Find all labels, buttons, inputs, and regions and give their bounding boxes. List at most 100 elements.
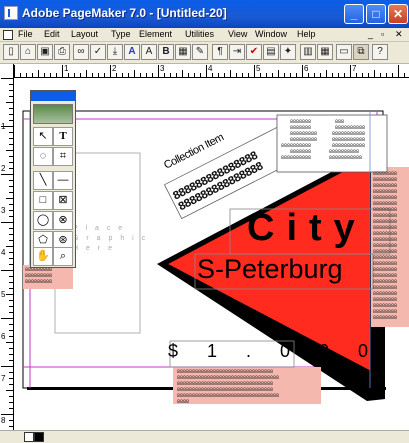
styles-icon[interactable]: ✎ bbox=[192, 44, 208, 60]
ruler-number: 4 bbox=[1, 248, 6, 257]
ruler-tick bbox=[404, 73, 405, 77]
ruler-tick bbox=[9, 120, 13, 121]
constrained-line-tool-icon[interactable]: — bbox=[53, 171, 73, 190]
menu-layout[interactable]: Layout bbox=[71, 29, 98, 39]
ruler-tick bbox=[9, 372, 13, 373]
align-icon[interactable]: ✔ bbox=[246, 44, 262, 60]
ruler-tick bbox=[134, 70, 135, 77]
ruler-tick bbox=[9, 234, 13, 235]
menu-edit[interactable]: Edit bbox=[44, 29, 60, 39]
master-page-icon[interactable]: ▭ bbox=[336, 44, 352, 60]
rectangle-tool-icon[interactable]: □ bbox=[33, 191, 53, 210]
doc-close-button[interactable]: ✕ bbox=[395, 29, 403, 40]
minimize-button[interactable]: _ bbox=[344, 4, 364, 24]
ruler-tick bbox=[314, 73, 315, 77]
character-icon[interactable]: A bbox=[124, 44, 140, 60]
zoom-tool-icon[interactable]: ⌕ bbox=[53, 247, 73, 266]
ruler-number: 7 bbox=[352, 64, 357, 73]
ruler-tick bbox=[92, 73, 93, 77]
ellipse-tool-icon[interactable]: ◯ bbox=[33, 211, 53, 230]
help-icon[interactable]: ? bbox=[372, 44, 388, 60]
spell-check-icon[interactable]: ✓ bbox=[90, 44, 106, 60]
text-size-icon[interactable]: A bbox=[141, 44, 157, 60]
pointer-tool-icon[interactable]: ↖ bbox=[33, 127, 53, 146]
colors-icon[interactable]: ▤ bbox=[263, 44, 279, 60]
menu-type[interactable]: Type bbox=[111, 29, 131, 39]
ruler-tick bbox=[50, 73, 51, 77]
rectangle-frame-tool-icon[interactable]: ⊠ bbox=[53, 191, 73, 210]
ruler-tick bbox=[176, 73, 177, 77]
maximize-button[interactable]: □ bbox=[366, 4, 386, 24]
vertical-ruler[interactable]: 1 2 3 4 5 6 7 8 bbox=[0, 64, 14, 430]
ellipse-frame-tool-icon[interactable]: ⊗ bbox=[53, 211, 73, 230]
text-tool-icon[interactable]: T bbox=[53, 127, 73, 146]
ruler-number: 2 bbox=[112, 64, 117, 73]
doc-restore-button[interactable]: ▫ bbox=[381, 29, 384, 39]
ruler-tick bbox=[9, 132, 13, 133]
ruler-tick bbox=[1, 78, 13, 79]
ruler-tick bbox=[9, 168, 13, 169]
page-1-icon[interactable] bbox=[34, 432, 44, 442]
save-icon[interactable]: ▣ bbox=[37, 44, 53, 60]
ruler-tick bbox=[86, 70, 87, 77]
ruler-tick bbox=[188, 73, 189, 77]
city-subheading: S-Peterburg bbox=[197, 254, 343, 284]
ruler-tick bbox=[1, 174, 13, 175]
ruler-tick bbox=[9, 336, 13, 337]
ruler-tick bbox=[200, 73, 201, 77]
ruler-tick bbox=[38, 70, 39, 77]
toolbox-palette[interactable]: ↖ T ◌ ⌗ ╲ — □ ⊠ ◯ ⊗ ⬠ ⊛ ✋ ⌕ bbox=[30, 90, 76, 268]
master-page-icon[interactable] bbox=[24, 432, 34, 442]
menu-file[interactable]: File bbox=[18, 29, 33, 39]
ruler-tick bbox=[386, 73, 387, 77]
crop-tool-icon[interactable]: ⌗ bbox=[53, 147, 73, 166]
ruler-tick bbox=[32, 73, 33, 77]
doc-minimize-button[interactable]: _ bbox=[368, 29, 373, 39]
open-folder-icon[interactable]: ⌂ bbox=[20, 44, 36, 60]
ruler-tick bbox=[158, 65, 159, 77]
paragraph-icon[interactable]: ¶ bbox=[212, 44, 228, 60]
layout-icon[interactable]: ▦ bbox=[317, 44, 333, 60]
ruler-tick bbox=[254, 65, 255, 77]
indent-icon[interactable]: ⇥ bbox=[229, 44, 245, 60]
pages-icon[interactable]: ⧉ bbox=[353, 44, 369, 60]
italic-icon[interactable]: ▦ bbox=[175, 44, 191, 60]
find-icon[interactable]: ∞ bbox=[73, 44, 89, 60]
bold-icon[interactable]: B bbox=[158, 44, 174, 60]
links-icon[interactable]: ✦ bbox=[280, 44, 296, 60]
ruler-tick bbox=[146, 73, 147, 77]
new-doc-icon[interactable]: ▯ bbox=[3, 44, 19, 60]
ruler-tick bbox=[26, 73, 27, 77]
close-button[interactable]: ✕ bbox=[388, 4, 408, 24]
menu-utilities[interactable]: Utilities bbox=[185, 29, 214, 39]
body-text-top-right: 8888888 888 8888888 8888888888 888888888… bbox=[281, 119, 366, 161]
ruler-tick bbox=[170, 73, 171, 77]
ruler-tick bbox=[9, 138, 13, 139]
toolbox-title-bar[interactable] bbox=[31, 91, 75, 101]
grid-icon[interactable]: ▥ bbox=[300, 44, 316, 60]
ruler-tick bbox=[74, 73, 75, 77]
menu-window[interactable]: Window bbox=[255, 29, 287, 39]
line-tool-icon[interactable]: ╲ bbox=[33, 171, 53, 190]
menu-element[interactable]: Element bbox=[139, 29, 172, 39]
ruler-tick bbox=[344, 73, 345, 77]
ruler-tick bbox=[230, 70, 231, 77]
document-canvas[interactable]: P l a c e G r a p h i c H e r e Collecti… bbox=[15, 79, 409, 430]
ruler-tick bbox=[9, 156, 13, 157]
print-icon[interactable]: ⎙ bbox=[54, 44, 70, 60]
ruler-tick bbox=[104, 73, 105, 77]
ruler-tick bbox=[392, 73, 393, 77]
ruler-tick bbox=[9, 84, 13, 85]
ruler-tick bbox=[152, 73, 153, 77]
pagemaker-app-icon[interactable] bbox=[4, 6, 18, 20]
rotate-tool-icon[interactable]: ◌ bbox=[33, 147, 53, 166]
ruler-tick bbox=[332, 73, 333, 77]
hand-tool-icon[interactable]: ✋ bbox=[33, 247, 53, 266]
toolbar: ▯ ⌂ ▣ ⎙ ∞ ✓ ⤓ A A B ▦ ✎ ¶ ⇥ ✔ ▤ ✦ ▥ ▦ ▭ … bbox=[0, 42, 409, 64]
menu-view[interactable]: View bbox=[228, 29, 247, 39]
horizontal-ruler[interactable]: 1 2 3 4 5 6 7 bbox=[14, 64, 409, 78]
place-icon[interactable]: ⤓ bbox=[107, 44, 123, 60]
ruler-tick bbox=[9, 402, 13, 403]
menu-help[interactable]: Help bbox=[297, 29, 316, 39]
document-icon[interactable] bbox=[3, 30, 13, 40]
